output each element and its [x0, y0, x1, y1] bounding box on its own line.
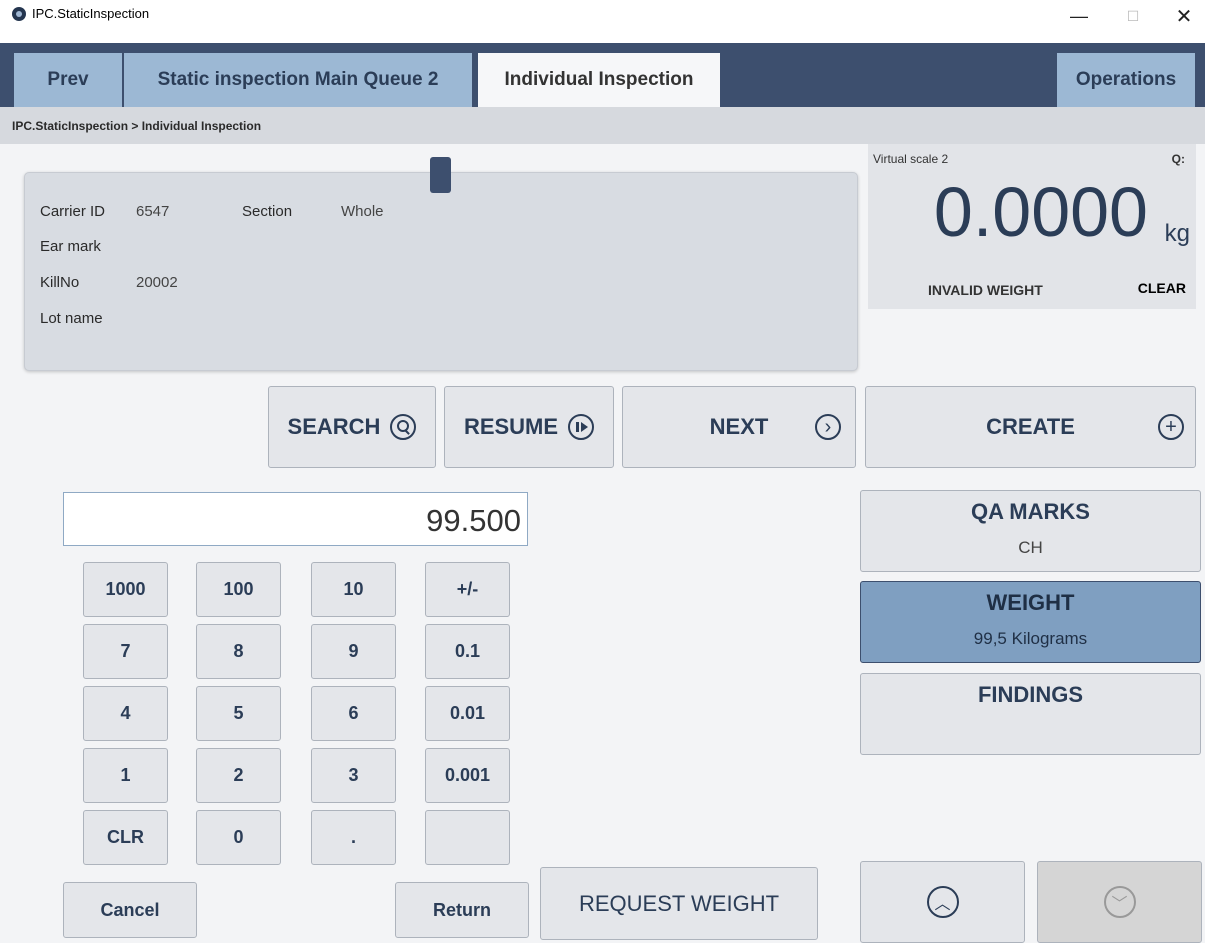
drag-handle[interactable]	[430, 157, 451, 193]
scale-weight: 0.0000	[933, 173, 1148, 251]
resume-button[interactable]: RESUME	[444, 386, 614, 468]
return-button[interactable]: Return	[395, 882, 529, 938]
carrier-id-value: 6547	[136, 203, 170, 220]
resume-icon	[568, 414, 595, 440]
scroll-up-button[interactable]: ︿	[860, 861, 1025, 943]
key-0[interactable]: 0	[196, 810, 281, 865]
section-value: Whole	[341, 203, 384, 220]
value-entry-field[interactable]: 99.500	[63, 492, 528, 546]
ear-mark-label: Ear mark	[40, 238, 101, 255]
cancel-button[interactable]: Cancel	[63, 882, 197, 938]
resume-label: RESUME	[463, 414, 559, 439]
tab-bar: Prev Static inspection Main Queue 2 Indi…	[0, 43, 1205, 107]
request-weight-button[interactable]: REQUEST WEIGHT	[540, 867, 818, 940]
app-icon	[12, 7, 26, 21]
search-label: SEARCH	[287, 414, 381, 439]
key-100[interactable]: 100	[196, 562, 281, 617]
weight-title: WEIGHT	[986, 590, 1075, 615]
scale-panel: Virtual scale 2 Q: 0.0000 kg INVALID WEI…	[868, 144, 1196, 309]
plus-icon: +	[1158, 414, 1184, 440]
tab-operations[interactable]: Operations	[1057, 53, 1195, 107]
key-4[interactable]: 4	[83, 686, 168, 741]
key-10[interactable]: 10	[311, 562, 396, 617]
key-9[interactable]: 9	[311, 624, 396, 679]
key-6[interactable]: 6	[311, 686, 396, 741]
key-blank[interactable]	[425, 810, 510, 865]
minimize-button[interactable]: —	[1058, 0, 1100, 32]
next-label: NEXT	[709, 414, 769, 439]
tab-prev[interactable]: Prev	[14, 53, 122, 107]
tab-main-queue[interactable]: Static inspection Main Queue 2	[124, 53, 472, 107]
kill-no-value: 20002	[136, 274, 178, 291]
key-0-001[interactable]: 0.001	[425, 748, 510, 803]
window-title: IPC.StaticInspection	[32, 6, 150, 21]
create-button[interactable]: CREATE +	[865, 386, 1196, 468]
key-0-01[interactable]: 0.01	[425, 686, 510, 741]
key-5[interactable]: 5	[196, 686, 281, 741]
findings-title: FINDINGS	[977, 682, 1084, 707]
section-label: Section	[242, 203, 293, 220]
key-1[interactable]: 1	[83, 748, 168, 803]
kill-no-label: KillNo	[40, 274, 80, 291]
chevron-right-icon: ›	[815, 414, 841, 440]
scale-status: INVALID WEIGHT	[928, 282, 1043, 298]
key-1000[interactable]: 1000	[83, 562, 168, 617]
key-7[interactable]: 7	[83, 624, 168, 679]
maximize-button[interactable]: ☐	[1112, 0, 1154, 32]
search-icon	[390, 414, 417, 440]
scale-q-label: Q:	[1171, 152, 1185, 166]
weight-value: 99,5 Kilograms	[973, 629, 1088, 648]
key-3[interactable]: 3	[311, 748, 396, 803]
carrier-info-card: Carrier ID 6547 Section Whole Ear mark K…	[24, 172, 858, 371]
title-bar: IPC.StaticInspection — ☐ ✕	[0, 0, 1205, 43]
weight-button[interactable]: WEIGHT 99,5 Kilograms	[860, 581, 1201, 663]
key-dot[interactable]: .	[311, 810, 396, 865]
search-button[interactable]: SEARCH	[268, 386, 436, 468]
key-0-1[interactable]: 0.1	[425, 624, 510, 679]
qa-marks-title: QA MARKS	[971, 499, 1090, 524]
scale-name: Virtual scale 2	[873, 152, 949, 166]
carrier-id-label: Carrier ID	[40, 203, 106, 220]
qa-marks-value: CH	[1018, 538, 1043, 557]
close-button[interactable]: ✕	[1163, 0, 1205, 32]
scale-clear-button[interactable]: CLEAR	[1138, 280, 1186, 296]
breadcrumb: IPC.StaticInspection > Individual Inspec…	[0, 107, 1205, 144]
qa-marks-button[interactable]: QA MARKS CH	[860, 490, 1201, 572]
lot-name-label: Lot name	[40, 310, 103, 327]
tab-individual-inspection[interactable]: Individual Inspection	[478, 53, 720, 107]
key-plus-minus[interactable]: +/-	[425, 562, 510, 617]
key-8[interactable]: 8	[196, 624, 281, 679]
chevron-down-icon: ﹀	[1103, 886, 1136, 918]
key-2[interactable]: 2	[196, 748, 281, 803]
chevron-up-icon: ︿	[926, 886, 959, 918]
scroll-down-button[interactable]: ﹀	[1037, 861, 1202, 943]
create-label: CREATE	[986, 414, 1075, 439]
findings-button[interactable]: FINDINGS	[860, 673, 1201, 755]
key-clr[interactable]: CLR	[83, 810, 168, 865]
next-button[interactable]: NEXT ›	[622, 386, 856, 468]
scale-unit: kg	[1164, 220, 1190, 247]
